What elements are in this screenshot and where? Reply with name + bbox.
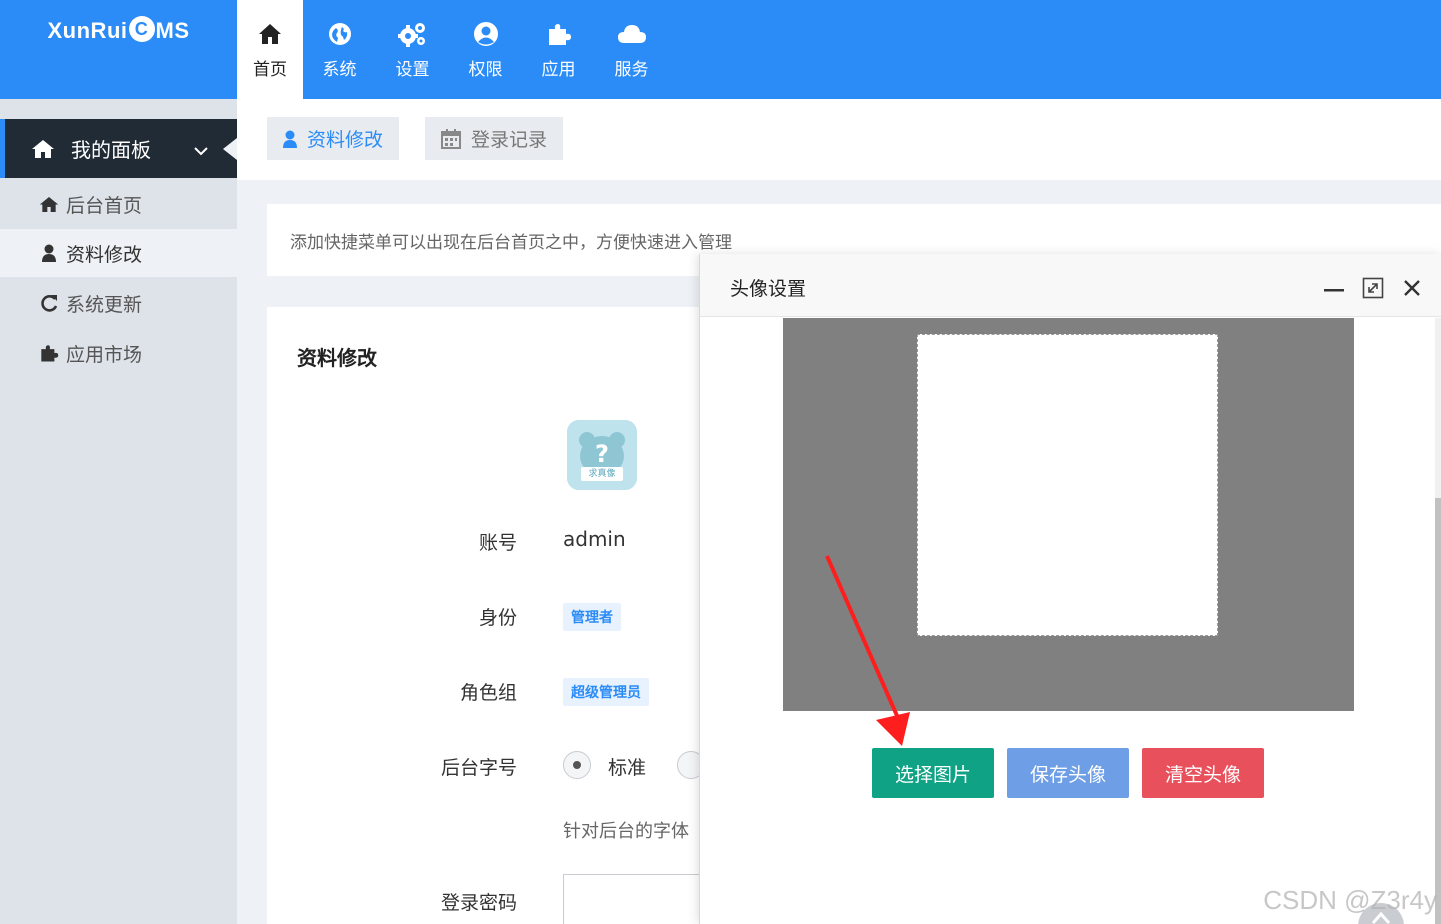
topnav-item-apps[interactable]: 应用 (522, 0, 595, 99)
account-label: 账号 (478, 532, 517, 554)
avatar-caption: 求真像 (588, 469, 616, 479)
logo[interactable]: XunRui C MS (0, 0, 237, 99)
identity-label: 身份 (478, 607, 517, 629)
topnav-label: 首页 (253, 60, 287, 80)
logo-text-right: MS (155, 18, 190, 43)
modal-header: 头像设置 (700, 254, 1441, 317)
role-badge: 超级管理员 (563, 678, 649, 706)
account-value: admin (563, 527, 626, 551)
user-circle-icon (473, 19, 499, 49)
tab-login-records[interactable]: 登录记录 (425, 117, 564, 160)
sidebar-item-update[interactable]: 系统更新 (0, 279, 237, 327)
home-icon (258, 19, 282, 49)
topnav-item-system[interactable]: 系统 (303, 0, 376, 99)
topnav-item-permissions[interactable]: 权限 (449, 0, 522, 99)
sidebar-header[interactable]: 我的面板 (0, 119, 237, 178)
identity-badge: 管理者 (563, 603, 621, 631)
sidebar: 我的面板 后台首页 资料修改 系统更新 应用市场 (0, 99, 237, 924)
select-image-button[interactable]: 选择图片 (872, 748, 994, 798)
fontsize-label: 后台字号 (440, 757, 517, 779)
sidebar-header-label: 我的面板 (71, 138, 151, 162)
tab-label: 资料修改 (307, 129, 384, 151)
topnav-label: 权限 (468, 60, 503, 80)
save-avatar-button[interactable]: 保存头像 (1007, 748, 1129, 798)
refresh-icon (38, 293, 60, 313)
home-icon (31, 139, 55, 159)
clear-avatar-button[interactable]: 清空头像 (1142, 748, 1264, 798)
topnav-label: 应用 (541, 60, 576, 80)
topnav-item-home[interactable]: 首页 (237, 0, 303, 99)
sidebar-item-label: 系统更新 (66, 293, 143, 316)
logo-text-left: XunRui (47, 18, 128, 43)
globe-icon (328, 19, 352, 49)
fontsize-radio-standard[interactable] (563, 751, 591, 779)
home-icon (38, 196, 60, 213)
watermark: CSDN @Z3r4y (1263, 885, 1437, 915)
active-pointer (223, 138, 237, 160)
sidebar-item-dashboard[interactable]: 后台首页 (0, 180, 237, 228)
topnav-item-settings[interactable]: 设置 (376, 0, 449, 99)
modal-title: 头像设置 (730, 278, 807, 300)
notice-text: 添加快捷菜单可以出现在后台首页之中，方便快速进入管理 (290, 232, 732, 253)
fontsize-option-label: 标准 (608, 757, 647, 779)
modal-scrollbar[interactable] (1435, 318, 1441, 924)
avatar[interactable]: ? 求真像 (567, 420, 637, 490)
minimize-icon[interactable] (1322, 276, 1346, 300)
crop-box[interactable] (917, 334, 1218, 636)
password-label: 登录密码 (440, 892, 517, 914)
avatar-settings-modal: 头像设置 选择图片 保存头像 清空头像 (699, 254, 1441, 924)
svg-text:?: ? (595, 440, 609, 468)
maximize-icon[interactable] (1361, 276, 1385, 300)
cloud-icon (617, 19, 647, 49)
topnav-label: 系统 (322, 60, 357, 80)
logo-flame-icon: C (128, 16, 155, 42)
role-label: 角色组 (459, 682, 517, 704)
sidebar-item-label: 资料修改 (66, 243, 143, 266)
user-icon (38, 244, 60, 262)
sidebar-item-label: 后台首页 (66, 194, 143, 217)
topnav-item-services[interactable]: 服务 (595, 0, 668, 99)
gears-icon (397, 19, 428, 49)
calendar-icon (441, 128, 461, 149)
tab-profile-edit[interactable]: 资料修改 (267, 117, 400, 160)
topnav-label: 服务 (614, 60, 649, 80)
chevron-down-icon (193, 140, 209, 164)
puzzle-icon (38, 343, 60, 363)
sidebar-item-label: 应用市场 (66, 343, 143, 366)
modal-scrollbar-thumb[interactable] (1435, 498, 1441, 924)
top-navbar: XunRui C MS 首页 系统 设置 权限 应用 服务 (0, 0, 1441, 99)
tab-label: 登录记录 (471, 129, 548, 151)
sidebar-item-profile[interactable]: 资料修改 (0, 229, 237, 277)
fontsize-help-text: 针对后台的字体 (563, 821, 689, 842)
close-icon[interactable] (1400, 276, 1424, 300)
tab-bar: 资料修改 登录记录 (237, 99, 1441, 180)
card-title: 资料修改 (297, 346, 377, 370)
puzzle-icon (546, 19, 572, 49)
sidebar-item-market[interactable]: 应用市场 (0, 329, 237, 377)
top-nav: 首页 系统 设置 权限 应用 服务 (237, 0, 668, 99)
crop-area[interactable] (783, 318, 1354, 711)
topnav-label: 设置 (395, 60, 430, 80)
user-icon (283, 130, 297, 148)
